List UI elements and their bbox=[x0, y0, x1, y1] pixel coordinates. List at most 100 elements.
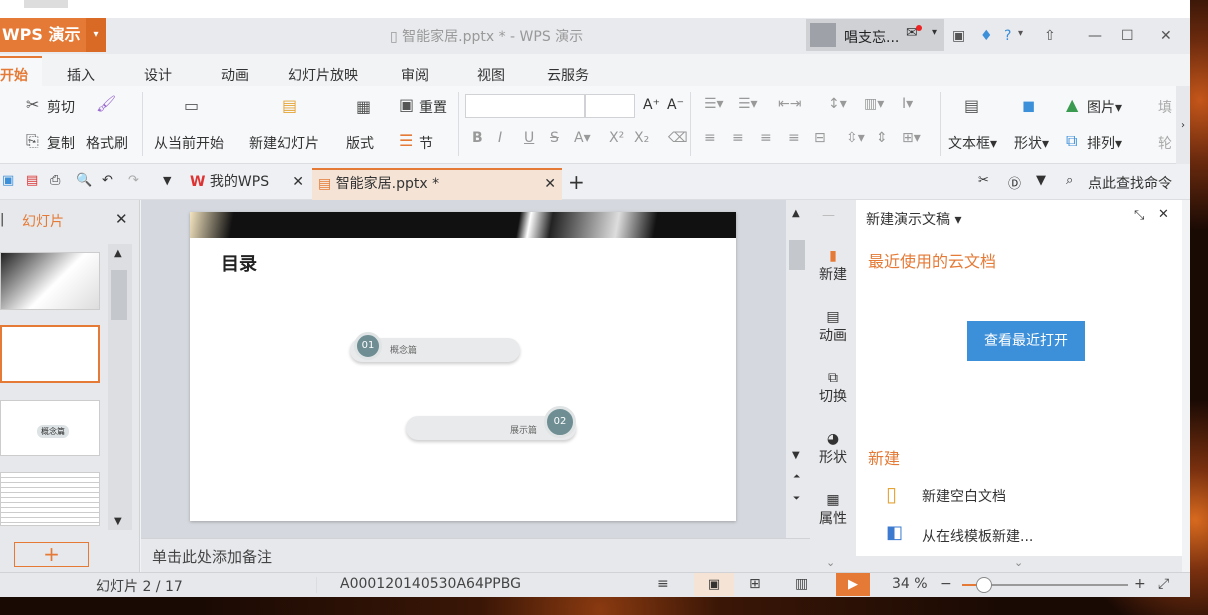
slides-tab[interactable]: 幻灯片 bbox=[22, 211, 64, 231]
justify-icon[interactable]: ≡ bbox=[788, 130, 800, 146]
new-blank-doc[interactable]: 新建空白文档 bbox=[922, 486, 1006, 506]
align-left-icon[interactable]: ≡ bbox=[704, 130, 716, 146]
text-direction-icon[interactable]: Ⅰ▾ bbox=[902, 96, 913, 112]
scroll-thumb[interactable] bbox=[111, 270, 127, 320]
toc-item-2[interactable]: 展示篇 02 bbox=[406, 406, 576, 440]
chevron-down-icon[interactable]: ▼ bbox=[163, 174, 171, 187]
picture-button[interactable]: 图片▾ bbox=[1087, 97, 1122, 117]
comment-icon[interactable]: ▼ bbox=[1036, 173, 1046, 188]
strikethrough-icon[interactable]: S bbox=[550, 130, 559, 146]
fill-button[interactable]: 填 bbox=[1158, 97, 1172, 117]
chevron-down-icon[interactable]: ▾ bbox=[932, 27, 937, 38]
preview-icon[interactable]: 🔍 bbox=[76, 173, 92, 188]
notes-toggle-icon[interactable]: ≡ bbox=[657, 576, 669, 592]
side-tab-new[interactable]: ▮ 新建 bbox=[810, 248, 856, 284]
chevron-down-icon[interactable]: ▾ bbox=[1018, 28, 1023, 39]
font-size-field[interactable] bbox=[585, 94, 635, 118]
prev-slide-icon[interactable]: ⏶ bbox=[793, 472, 800, 482]
help-icon[interactable]: ? bbox=[1004, 28, 1011, 44]
minimize-icon[interactable]: — bbox=[1088, 28, 1102, 44]
bold-icon[interactable]: B bbox=[472, 130, 483, 146]
zoom-out-icon[interactable]: − bbox=[940, 576, 952, 592]
zoom-in-icon[interactable]: + bbox=[1134, 576, 1146, 592]
pdf-icon[interactable]: ▤ bbox=[26, 173, 38, 188]
app-menu-button[interactable]: WPS 演示 ▾ bbox=[0, 18, 106, 52]
font-color-icon[interactable]: A▾ bbox=[574, 130, 591, 146]
notes-pane[interactable]: 单击此处添加备注 bbox=[141, 538, 810, 572]
reset-button[interactable]: 重置 bbox=[419, 97, 447, 117]
shirt-icon[interactable]: ♦ bbox=[980, 28, 993, 44]
save-icon[interactable]: ▣ bbox=[2, 173, 14, 188]
cut-button[interactable]: 剪切 bbox=[47, 97, 75, 117]
maximize-icon[interactable]: ☐ bbox=[1121, 28, 1134, 44]
close-icon[interactable]: ✕ bbox=[115, 210, 128, 228]
font-grow-icon[interactable]: A⁺ bbox=[643, 97, 660, 113]
text-box-button[interactable]: 文本框▾ bbox=[948, 133, 997, 153]
canvas-scrollbar[interactable]: ▲ ▼ ⏶ ⏷ bbox=[786, 200, 810, 538]
current-slide[interactable]: 目录 01 概念篇 展示篇 02 bbox=[190, 212, 736, 521]
numbering-icon[interactable]: ☰▾ bbox=[738, 96, 758, 112]
new-from-online[interactable]: 从在线模板新建... bbox=[922, 526, 1033, 546]
side-tab-properties[interactable]: ▦ 属性 bbox=[810, 492, 856, 528]
undo-icon[interactable]: ↶ bbox=[102, 173, 113, 188]
menu-view[interactable]: 视图 bbox=[477, 65, 505, 85]
close-icon[interactable]: ✕ bbox=[544, 170, 556, 198]
reading-view-icon[interactable]: ▥ bbox=[795, 576, 808, 592]
scroll-thumb[interactable] bbox=[789, 240, 805, 270]
side-tab-transition[interactable]: ⧉ 切换 bbox=[810, 370, 856, 406]
d-icon[interactable]: Ⓓ bbox=[1008, 173, 1021, 192]
chevron-down-icon[interactable]: ⌄ bbox=[1014, 556, 1023, 569]
align-center-icon[interactable]: ≡ bbox=[732, 130, 744, 146]
menu-slideshow[interactable]: 幻灯片放映 bbox=[288, 65, 358, 85]
line-spacing-icon[interactable]: ↕▾ bbox=[828, 96, 847, 112]
side-tab-animation[interactable]: ▤ 动画 bbox=[810, 309, 856, 345]
redo-icon[interactable]: ↷ bbox=[128, 173, 139, 188]
menu-home[interactable]: 开始 bbox=[0, 65, 28, 85]
menu-animation[interactable]: 动画 bbox=[221, 65, 249, 85]
shrink-icon[interactable]: ⤡ bbox=[1134, 208, 1144, 223]
zoom-slider[interactable] bbox=[962, 577, 1128, 593]
superscript-icon[interactable]: X² bbox=[609, 130, 624, 146]
close-icon[interactable]: ✕ bbox=[1160, 28, 1172, 44]
ribbon-scroll-right[interactable]: › bbox=[1176, 86, 1190, 164]
from-current-button[interactable]: 从当前开始 bbox=[154, 133, 224, 153]
subscript-icon[interactable]: X₂ bbox=[634, 130, 649, 146]
toc-item-1[interactable]: 01 概念篇 bbox=[350, 332, 520, 362]
align-right-icon[interactable]: ≡ bbox=[760, 130, 772, 146]
clear-format-icon[interactable]: ⌫ bbox=[668, 130, 688, 146]
scroll-up-icon[interactable]: ▲ bbox=[792, 208, 800, 219]
view-recent-button[interactable]: 查看最近打开 bbox=[967, 321, 1085, 361]
scroll-down-icon[interactable]: ▼ bbox=[792, 450, 800, 461]
indent-icon[interactable]: ⇤⇥ bbox=[778, 96, 801, 112]
normal-view-button[interactable]: ▣ bbox=[694, 573, 734, 596]
outline-tab[interactable]: | bbox=[0, 212, 4, 227]
close-icon[interactable]: ✕ bbox=[1158, 207, 1169, 222]
fit-window-icon[interactable]: ⤢ bbox=[1158, 576, 1169, 592]
drag-handle[interactable]: — bbox=[822, 208, 835, 223]
print-icon[interactable]: ⎙ bbox=[50, 173, 60, 188]
section-button[interactable]: 节 bbox=[419, 133, 433, 153]
close-icon[interactable]: ✕ bbox=[292, 168, 304, 196]
smartart-icon[interactable]: ⊞▾ bbox=[902, 130, 921, 146]
sorter-view-icon[interactable]: ⊞ bbox=[749, 576, 761, 592]
skin-icon[interactable]: ▣ bbox=[952, 28, 965, 44]
new-slide-button[interactable]: 新建幻灯片 bbox=[249, 133, 319, 153]
thumbnail-scrollbar[interactable]: ▲ ▼ bbox=[108, 244, 132, 530]
font-name-field[interactable] bbox=[465, 94, 585, 118]
bullets-icon[interactable]: ☰▾ bbox=[704, 96, 724, 112]
search-command[interactable]: 点此查找命令 bbox=[1088, 173, 1172, 193]
pin-icon[interactable]: ⇧ bbox=[1044, 28, 1056, 44]
italic-icon[interactable]: I bbox=[498, 130, 502, 146]
play-slideshow-button[interactable]: ▶ bbox=[836, 573, 870, 596]
menu-design[interactable]: 设计 bbox=[144, 65, 172, 85]
tool-icon[interactable]: ✂ bbox=[978, 173, 989, 188]
underline-icon[interactable]: U bbox=[524, 130, 534, 146]
copy-button[interactable]: 复制 bbox=[47, 133, 75, 153]
chevron-down-icon[interactable]: ▾ bbox=[86, 18, 106, 52]
scroll-up-icon[interactable]: ▲ bbox=[114, 248, 122, 259]
menu-review[interactable]: 审阅 bbox=[401, 65, 429, 85]
slide-thumbnail-4[interactable] bbox=[0, 472, 100, 526]
distribute-icon[interactable]: ⊟ bbox=[814, 130, 826, 146]
para-icon[interactable]: ⇕ bbox=[876, 130, 888, 146]
next-slide-icon[interactable]: ⏷ bbox=[793, 494, 800, 504]
